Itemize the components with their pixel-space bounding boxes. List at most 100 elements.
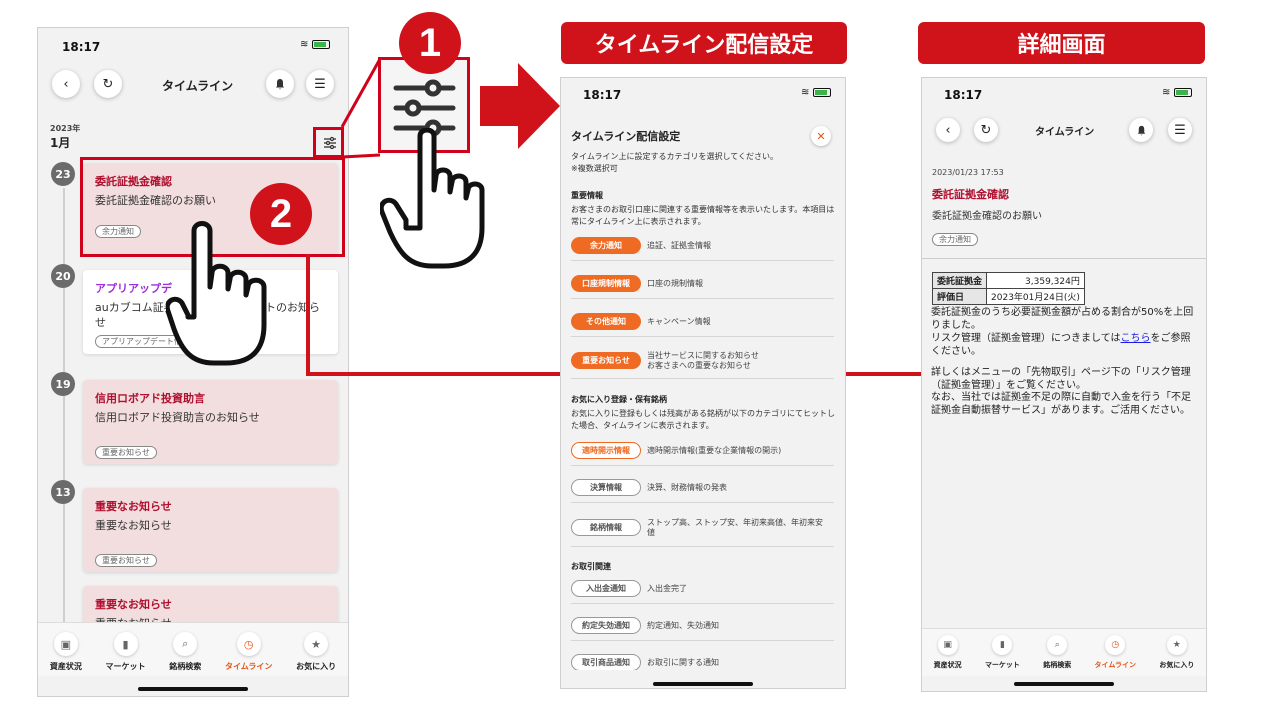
category-description: 当社サービスに関するお知らせ お客さまへの重要なお知らせ — [647, 350, 759, 370]
month-label: 1月 — [50, 136, 71, 150]
close-icon: ✕ — [816, 129, 826, 143]
search-icon: ⌕ — [1047, 635, 1068, 655]
margin-table: 委託証拠金 3,359,324円 評価日 2023年01月24日(火) — [931, 272, 1085, 305]
category-toggle[interactable]: 適時開示情報 — [571, 442, 641, 459]
reference-link[interactable]: こちら — [1121, 333, 1151, 344]
table-row: 評価日 2023年01月24日(火) — [931, 288, 1085, 305]
bell-icon[interactable] — [266, 70, 294, 98]
tab-market[interactable]: ▮ マーケット — [106, 632, 146, 676]
timeline-card[interactable]: 信用ロボアド投資助言 信用ロボアド投資助言のお知らせ 重要お知らせ — [83, 380, 338, 464]
section-heading: お取引関連 — [571, 562, 611, 571]
category-toggle[interactable]: 決算情報 — [571, 479, 641, 496]
battery-icon — [813, 87, 832, 97]
category-description: 約定通知、失効通知 — [647, 620, 719, 630]
category-toggle[interactable]: 口座規制情報 — [571, 275, 641, 292]
card-title: 重要なお知らせ — [95, 598, 172, 611]
category-description: 追証、証拠金情報 — [647, 240, 711, 250]
tab-assets[interactable]: ▣ 資産状況 — [50, 632, 82, 676]
star-icon: ★ — [304, 632, 329, 656]
detail-banner: 詳細画面 — [918, 22, 1205, 64]
card-title: 重要なお知らせ — [95, 500, 172, 513]
table-value: 2023年01月24日(火) — [986, 288, 1085, 305]
close-button[interactable]: ✕ — [811, 126, 831, 146]
category-description: キャンペーン情報 — [647, 316, 711, 326]
category-description: 決算、財務情報の発表 — [647, 482, 727, 492]
category-tag: 余力通知 — [932, 233, 978, 246]
notice-paragraph: なお、当社では証拠金不足の際に自動で入金を行う「不足証拠金自動振替サービス」があ… — [931, 392, 1191, 416]
bottom-tab-bar: ▣ 資産状況 ▮ マーケット ⌕ 銘柄検索 ◷ タイムライン ★ お気に入り — [38, 622, 348, 676]
table-key: 評価日 — [931, 288, 988, 305]
status-bar: 18:17 ≋ — [38, 28, 348, 58]
setting-row: その他通知 キャンペーン情報 — [571, 307, 834, 337]
notice-title: 委託証拠金確認 — [932, 188, 1009, 201]
back-button[interactable]: ‹ — [936, 118, 960, 142]
menu-icon[interactable]: ☰ — [1168, 118, 1192, 142]
status-time: 18:17 — [944, 88, 983, 102]
bell-icon[interactable] — [1129, 118, 1153, 142]
clock-icon: ◷ — [1105, 635, 1126, 655]
notice-paragraph: 詳しくはメニューの「先物取引」ページ下の「リスク管理（証拠金管理）」をご覧くださ… — [931, 367, 1191, 391]
battery-icon — [1174, 87, 1193, 97]
section-description: お気に入りに登録もしくは残高がある銘柄が以下のカテゴリにてヒットした場合、タイム… — [571, 409, 835, 430]
category-toggle[interactable]: 約定失効通知 — [571, 617, 641, 634]
timeline-card[interactable]: 重要なお知らせ 重要なお知らせ 重要お知らせ — [83, 488, 338, 572]
category-toggle[interactable]: 取引商品通知 — [571, 654, 641, 670]
category-description: 入出金完了 — [647, 583, 687, 593]
status-icons: ≋ — [801, 87, 832, 98]
setting-row: 決算情報 決算、財務情報の発表 — [571, 473, 834, 503]
clock-icon: ◷ — [236, 632, 261, 656]
bar-chart-icon: ▮ — [113, 632, 138, 656]
step-1-badge: 1 — [399, 12, 461, 74]
card-title: 信用ロボアド投資助言 — [95, 392, 205, 405]
notice-subtitle: 委託証拠金確認のお願い — [932, 211, 1042, 222]
wallet-icon: ▣ — [937, 635, 958, 655]
category-toggle[interactable]: 重要お知らせ — [571, 352, 641, 369]
refresh-button[interactable]: ↻ — [974, 118, 998, 142]
setting-row: 銘柄情報 ストップ高、ストップ安、年初来高値、年初来安 値 — [571, 509, 834, 547]
tab-stock-search[interactable]: ⌕ 銘柄検索 — [1043, 635, 1071, 676]
table-row: 委託証拠金 3,359,324円 — [931, 272, 1085, 289]
category-toggle[interactable]: その他通知 — [571, 313, 641, 330]
category-toggle[interactable]: 入出金通知 — [571, 580, 641, 597]
refresh-button[interactable]: ↻ — [94, 70, 122, 98]
wallet-icon: ▣ — [53, 632, 78, 656]
day-badge: 19 — [51, 372, 75, 396]
tab-favorites[interactable]: ★ お気に入り — [296, 632, 336, 676]
battery-icon — [312, 39, 331, 49]
card-body: 重要なお知らせ — [95, 519, 172, 532]
tab-timeline[interactable]: ◷ タイムライン — [1095, 635, 1136, 676]
tab-stock-search[interactable]: ⌕ 銘柄検索 — [169, 632, 201, 676]
timeline-card[interactable]: 重要なお知らせ 重要なお知らせ — [83, 586, 338, 630]
category-tag: 重要お知らせ — [95, 445, 157, 459]
day-badge: 13 — [51, 480, 75, 504]
setting-row: 重要お知らせ 当社サービスに関するお知らせ お客さまへの重要なお知らせ — [571, 343, 834, 379]
home-indicator — [138, 687, 248, 691]
status-icons: ≋ — [300, 39, 331, 50]
page-title: タイムライン — [1035, 127, 1095, 138]
status-bar: 18:17 ≋ — [561, 78, 845, 108]
home-indicator — [653, 682, 753, 686]
notice-paragraph: 委託証拠金のうち必要証拠金額が占める割合が50%を上回りました。 — [931, 307, 1194, 331]
section-heading: 重要情報 — [571, 191, 603, 200]
timeline-line — [63, 188, 65, 638]
setting-row: 余力通知 追証、証拠金情報 — [571, 231, 834, 261]
tab-favorites[interactable]: ★ お気に入り — [1159, 635, 1194, 676]
day-badge: 20 — [51, 264, 75, 288]
tab-assets[interactable]: ▣ 資産状況 — [934, 635, 962, 676]
sheet-intro: タイムライン上に設定するカテゴリを選択してください。 — [571, 152, 778, 161]
section-heading: お気に入り登録・保有銘柄 — [571, 395, 667, 404]
menu-icon[interactable]: ☰ — [306, 70, 334, 98]
sheet-intro-note: ※複数選択可 — [571, 164, 618, 173]
pointing-hand-icon — [380, 128, 485, 269]
setting-row: 適時開示情報 適時開示情報(重要な企業情報の開示) — [571, 436, 834, 466]
bottom-tab-bar: ▣ 資産状況 ▮ マーケット ⌕ 銘柄検索 ◷ タイムライン ★ お気に入り — [922, 628, 1206, 676]
category-description: 適時開示情報(重要な企業情報の開示) — [647, 445, 782, 455]
back-button[interactable]: ‹ — [52, 70, 80, 98]
table-key: 委託証拠金 — [931, 272, 988, 289]
category-toggle[interactable]: 銘柄情報 — [571, 519, 641, 536]
status-bar: 18:17 ≋ — [922, 78, 1206, 108]
tab-timeline[interactable]: ◷ タイムライン — [225, 632, 272, 676]
tab-market[interactable]: ▮ マーケット — [985, 635, 1020, 676]
sheet-title: タイムライン配信設定 — [571, 130, 681, 143]
category-toggle[interactable]: 余力通知 — [571, 237, 641, 254]
